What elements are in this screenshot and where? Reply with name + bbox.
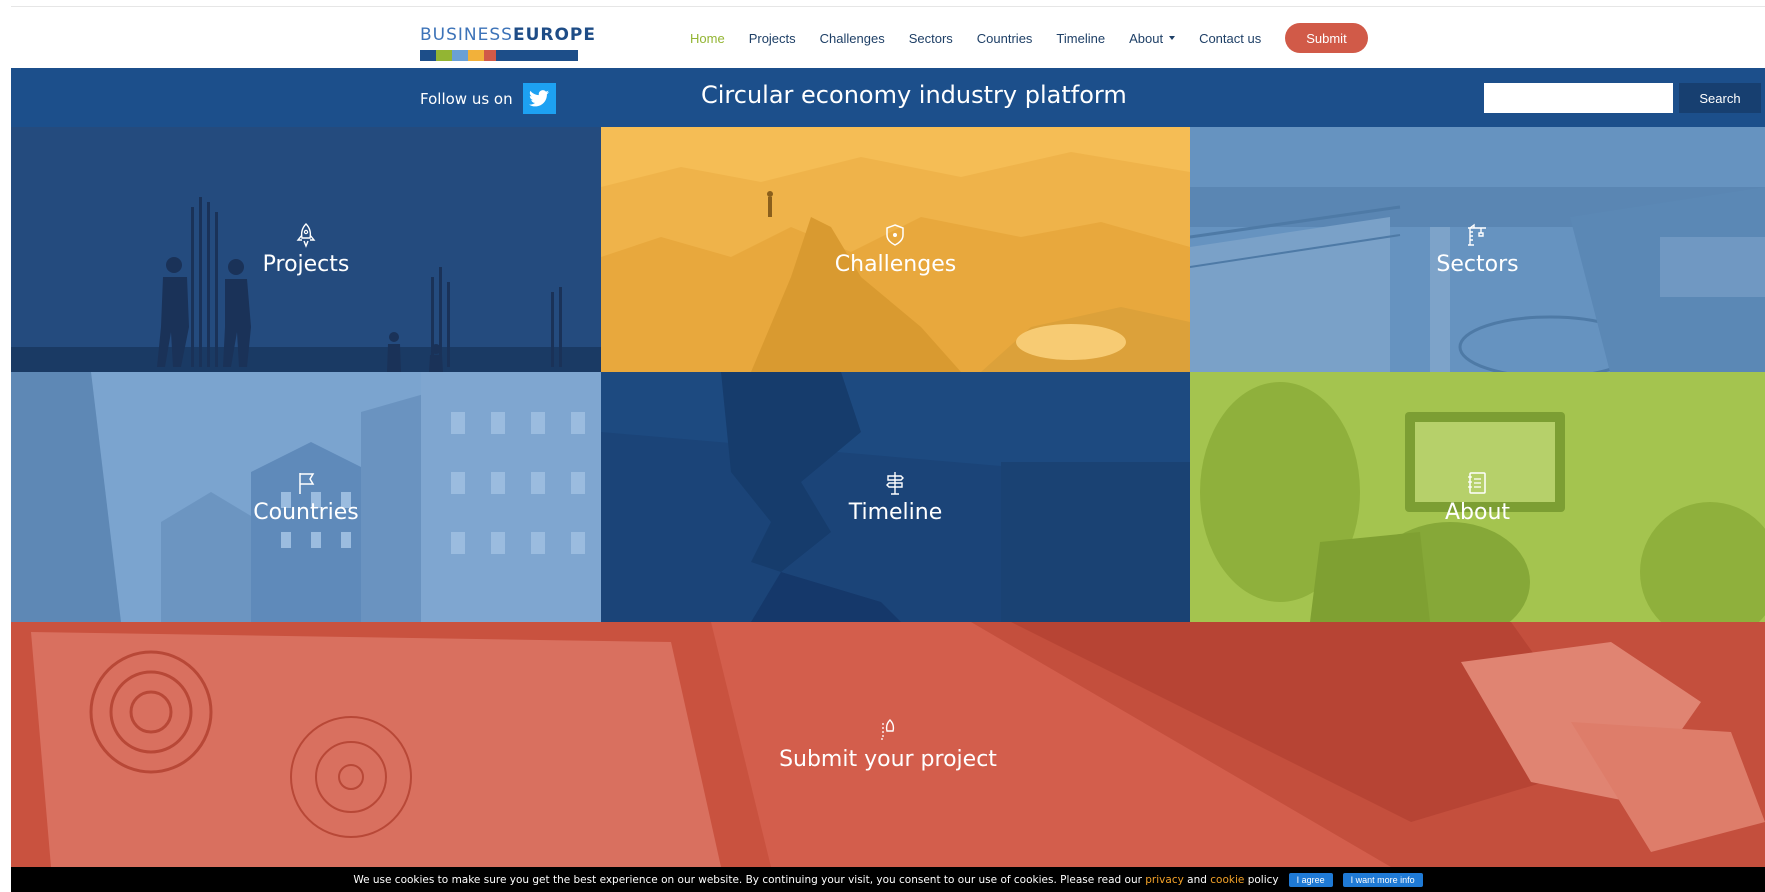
privacy-link[interactable]: privacy	[1145, 874, 1184, 886]
nav-home-label: Home	[690, 30, 725, 46]
nav-challenges[interactable]: Challenges	[820, 31, 885, 46]
tile-projects-content: Projects	[262, 222, 350, 277]
tile-countries-label: Countries	[253, 499, 359, 525]
site-header: BUSINESSEUROPE Home Projects Challenges …	[11, 6, 1765, 68]
tile-countries-content: Countries	[253, 470, 359, 525]
nav-countries[interactable]: Countries	[977, 31, 1033, 46]
tile-sectors-content: Sectors	[1436, 222, 1519, 277]
nav-sectors-label: Sectors	[908, 30, 953, 46]
cookie-banner: We use cookies to make sure you get the …	[11, 867, 1765, 892]
flag-icon	[299, 472, 315, 494]
platform-title: Circular economy industry platform	[701, 81, 1127, 109]
follow-us: Follow us on	[420, 83, 556, 114]
cookie-policy-text: policy	[1247, 873, 1279, 886]
logo-wordmark: BUSINESSEUROPE	[420, 25, 596, 45]
cookie-and-text: and	[1187, 873, 1207, 886]
tile-about[interactable]: About	[1190, 372, 1765, 622]
logo-color-bars	[420, 50, 580, 61]
nav-about-label: About	[1129, 30, 1164, 46]
tile-about-content: About	[1445, 470, 1510, 525]
tile-sectors-label: Sectors	[1436, 252, 1519, 277]
shield-icon	[886, 224, 905, 246]
tile-timeline[interactable]: Timeline	[601, 372, 1190, 622]
tile-timeline-content: Timeline	[848, 470, 943, 525]
cookie-link[interactable]: cookie	[1210, 874, 1244, 886]
tile-sectors[interactable]: Sectors	[1190, 127, 1765, 372]
nav-projects-label: Projects	[748, 30, 796, 46]
twitter-icon[interactable]	[522, 83, 556, 114]
nav-contact[interactable]: Contact us	[1199, 31, 1261, 46]
rocket-icon	[296, 223, 316, 248]
cookie-agree-button[interactable]: I agree	[1288, 872, 1333, 887]
signpost-icon	[886, 471, 905, 495]
tile-challenges-content: Challenges	[835, 222, 956, 277]
nav-timeline-label: Timeline	[1056, 30, 1106, 46]
tile-about-label: About	[1444, 499, 1511, 525]
cookie-more-info-button[interactable]: I want more info	[1342, 872, 1423, 887]
nav-about-dropdown[interactable]: About	[1129, 30, 1176, 46]
tile-timeline-label: Timeline	[848, 499, 943, 525]
launch-icon	[880, 719, 895, 740]
nav-challenges-label: Challenges	[819, 30, 885, 46]
tile-projects-label: Projects	[262, 252, 350, 277]
nav-timeline[interactable]: Timeline	[1056, 31, 1105, 46]
tile-submit-project[interactable]: Submit your project	[11, 622, 1765, 867]
submit-button[interactable]: Submit	[1285, 23, 1368, 53]
tile-submit-project-label: Submit your project	[779, 747, 997, 772]
cookie-text: We use cookies to make sure you get the …	[353, 873, 1142, 886]
caret-down-icon	[1169, 36, 1176, 40]
main-nav: Home Projects Challenges Sectors Countri…	[690, 21, 1368, 55]
tile-challenges-label: Challenges	[834, 252, 957, 277]
tile-submit-project-content: Submit your project	[779, 717, 997, 772]
nav-countries-label: Countries	[976, 30, 1033, 46]
logo-text-europe: EUROPE	[512, 25, 596, 45]
crane-icon	[1468, 223, 1487, 246]
title-bar: Follow us on Circular economy industry p…	[11, 68, 1765, 127]
notebook-icon	[1468, 471, 1487, 494]
nav-home[interactable]: Home	[690, 31, 725, 46]
submit-button-label: Submit	[1306, 30, 1347, 46]
nav-contact-label: Contact us	[1199, 30, 1262, 46]
nav-sectors[interactable]: Sectors	[909, 31, 953, 46]
search-button[interactable]: Search	[1679, 83, 1761, 113]
businesseurope-logo[interactable]: BUSINESSEUROPE	[420, 25, 595, 62]
follow-us-text: Follow us on	[420, 89, 513, 108]
tile-projects[interactable]: Projects	[11, 127, 601, 372]
tile-challenges[interactable]: Challenges	[601, 127, 1190, 372]
logo-text-business: BUSINESS	[420, 25, 513, 45]
tile-countries[interactable]: Countries	[11, 372, 601, 622]
search-input[interactable]	[1484, 83, 1673, 113]
nav-projects[interactable]: Projects	[749, 31, 796, 46]
